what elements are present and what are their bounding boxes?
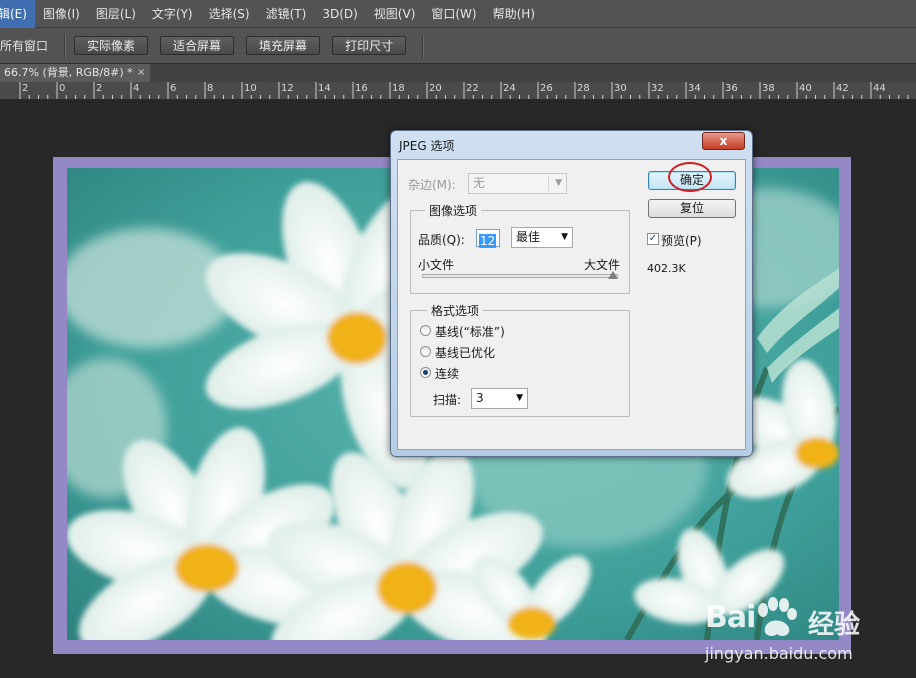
ruler-label: 0	[59, 83, 66, 94]
format-options-title: 格式选项	[427, 302, 484, 319]
ruler-label: 24	[503, 83, 516, 94]
ruler-label: 26	[540, 83, 553, 94]
tab-close-icon[interactable]: ×	[137, 64, 145, 82]
baseline-optimized-label: 基线已优化	[435, 346, 496, 360]
ruler-label: 38	[762, 83, 775, 94]
ruler-label: 16	[355, 83, 368, 94]
quality-slider-track[interactable]	[422, 274, 618, 278]
watermark-jingyan: 经验	[808, 610, 861, 640]
menu-window[interactable]: 窗口(W)	[423, 0, 484, 28]
quality-input[interactable]: 12	[476, 229, 500, 248]
chevron-down-icon: ▼	[555, 178, 562, 188]
scans-label: 扫描:	[433, 393, 462, 407]
menu-layer[interactable]: 图层(L)	[88, 0, 144, 28]
ruler-label: 22	[466, 83, 479, 94]
ruler-label: 28	[577, 83, 590, 94]
ruler-label: 32	[651, 83, 664, 94]
ruler-label: 18	[392, 83, 405, 94]
quality-slider-thumb[interactable]	[608, 271, 618, 279]
menu-view[interactable]: 视图(V)	[366, 0, 424, 28]
menu-3d[interactable]: 3D(D)	[314, 0, 365, 28]
annotation-circle	[668, 162, 712, 192]
menu-edit[interactable]: 辑(E)	[0, 0, 35, 28]
chevron-down-icon: ▼	[561, 232, 568, 242]
ruler-label: 34	[688, 83, 701, 94]
ruler-label: 20	[429, 83, 442, 94]
scans-select-value: 3	[476, 391, 484, 405]
ruler-label: 40	[799, 83, 812, 94]
file-size-readout: 402.3K	[647, 262, 686, 275]
ruler-label: 2	[96, 83, 103, 94]
quality-preset-select[interactable]: 最佳 ▼	[511, 227, 573, 248]
scans-select[interactable]: 3 ▼	[471, 388, 528, 409]
image-options-group: 图像选项	[410, 202, 630, 294]
baseline-optimized-radio[interactable]	[420, 346, 431, 357]
ruler-label: 42	[836, 83, 849, 94]
menu-help[interactable]: 帮助(H)	[485, 0, 543, 28]
options-separator-end	[422, 33, 425, 58]
options-bar: 所有窗口 实际像素 适合屏幕 填充屏幕 打印尺寸	[0, 28, 916, 64]
dialog-body: 杂边(M): 无 ▼ 图像选项 品质(Q): 12 最佳 ▼ 小文件 大文件 格…	[397, 159, 746, 450]
matte-select-value: 无	[473, 176, 486, 190]
document-tab-bar: 66.7% (背景, RGB/8#) * ×	[0, 64, 916, 82]
progressive-label: 连续	[435, 367, 460, 381]
fit-screen-button[interactable]: 适合屏幕	[160, 36, 235, 55]
image-options-title: 图像选项	[425, 202, 482, 219]
quality-value: 12	[479, 234, 497, 248]
ruler-label: 44	[873, 83, 886, 94]
fill-screen-button[interactable]: 填充屏幕	[246, 36, 321, 55]
progressive-radio[interactable]	[420, 367, 431, 378]
ruler-label: 6	[170, 83, 177, 94]
print-size-button[interactable]: 打印尺寸	[332, 36, 407, 55]
preview-checkbox[interactable]: ✓	[647, 233, 659, 245]
all-windows-label[interactable]: 所有窗口	[0, 37, 48, 54]
ruler-label: 36	[725, 83, 738, 94]
paw-icon	[758, 597, 797, 636]
matte-select[interactable]: 无 ▼	[468, 173, 567, 194]
chevron-down-icon: ▼	[516, 393, 523, 403]
quality-label: 品质(Q):	[418, 233, 465, 247]
dialog-title: JPEG 选项	[399, 139, 455, 153]
actual-pixels-button[interactable]: 实际像素	[74, 36, 149, 55]
watermark-brand: Bai	[705, 600, 756, 635]
menu-bar: 辑(E) 图像(I) 图层(L) 文字(Y) 选择(S) 滤镜(T) 3D(D)…	[0, 0, 916, 28]
watermark-url: jingyan.baidu.com	[705, 644, 853, 663]
baseline-standard-radio[interactable]	[420, 325, 431, 336]
horizontal-ruler[interactable]: 2 0 2 4 6 8 10 12 14 16 18 20 22 24 26 28 30 32 34 36 38 40 42…	[0, 82, 916, 100]
ruler-label: 30	[614, 83, 627, 94]
matte-select-divider	[548, 176, 549, 191]
ruler-label: 12	[281, 83, 294, 94]
menu-type[interactable]: 文字(Y)	[144, 0, 201, 28]
matte-label: 杂边(M):	[408, 178, 456, 192]
menu-select[interactable]: 选择(S)	[201, 0, 258, 28]
baseline-standard-label: 基线(“标准”)	[435, 325, 505, 339]
options-separator	[64, 33, 67, 58]
ruler-label: 2	[22, 83, 29, 94]
menu-filter[interactable]: 滤镜(T)	[258, 0, 315, 28]
ruler-label: 8	[207, 83, 214, 94]
menu-image[interactable]: 图像(I)	[35, 0, 88, 28]
small-file-label: 小文件	[418, 258, 455, 272]
quality-preset-value: 最佳	[516, 230, 541, 244]
preview-label: 预览(P)	[661, 234, 702, 248]
document-tab[interactable]: 66.7% (背景, RGB/8#) * ×	[0, 64, 150, 82]
ruler-label: 10	[244, 83, 257, 94]
ruler-label: 14	[318, 83, 331, 94]
ruler-label: 4	[133, 83, 140, 94]
reset-button[interactable]: 复位	[648, 199, 736, 218]
close-icon[interactable]: x	[702, 132, 745, 150]
document-tab-title: 66.7% (背景, RGB/8#) *	[4, 66, 133, 79]
baidu-jingyan-watermark: Bai 经验 jingyan.baidu.com	[705, 597, 875, 670]
